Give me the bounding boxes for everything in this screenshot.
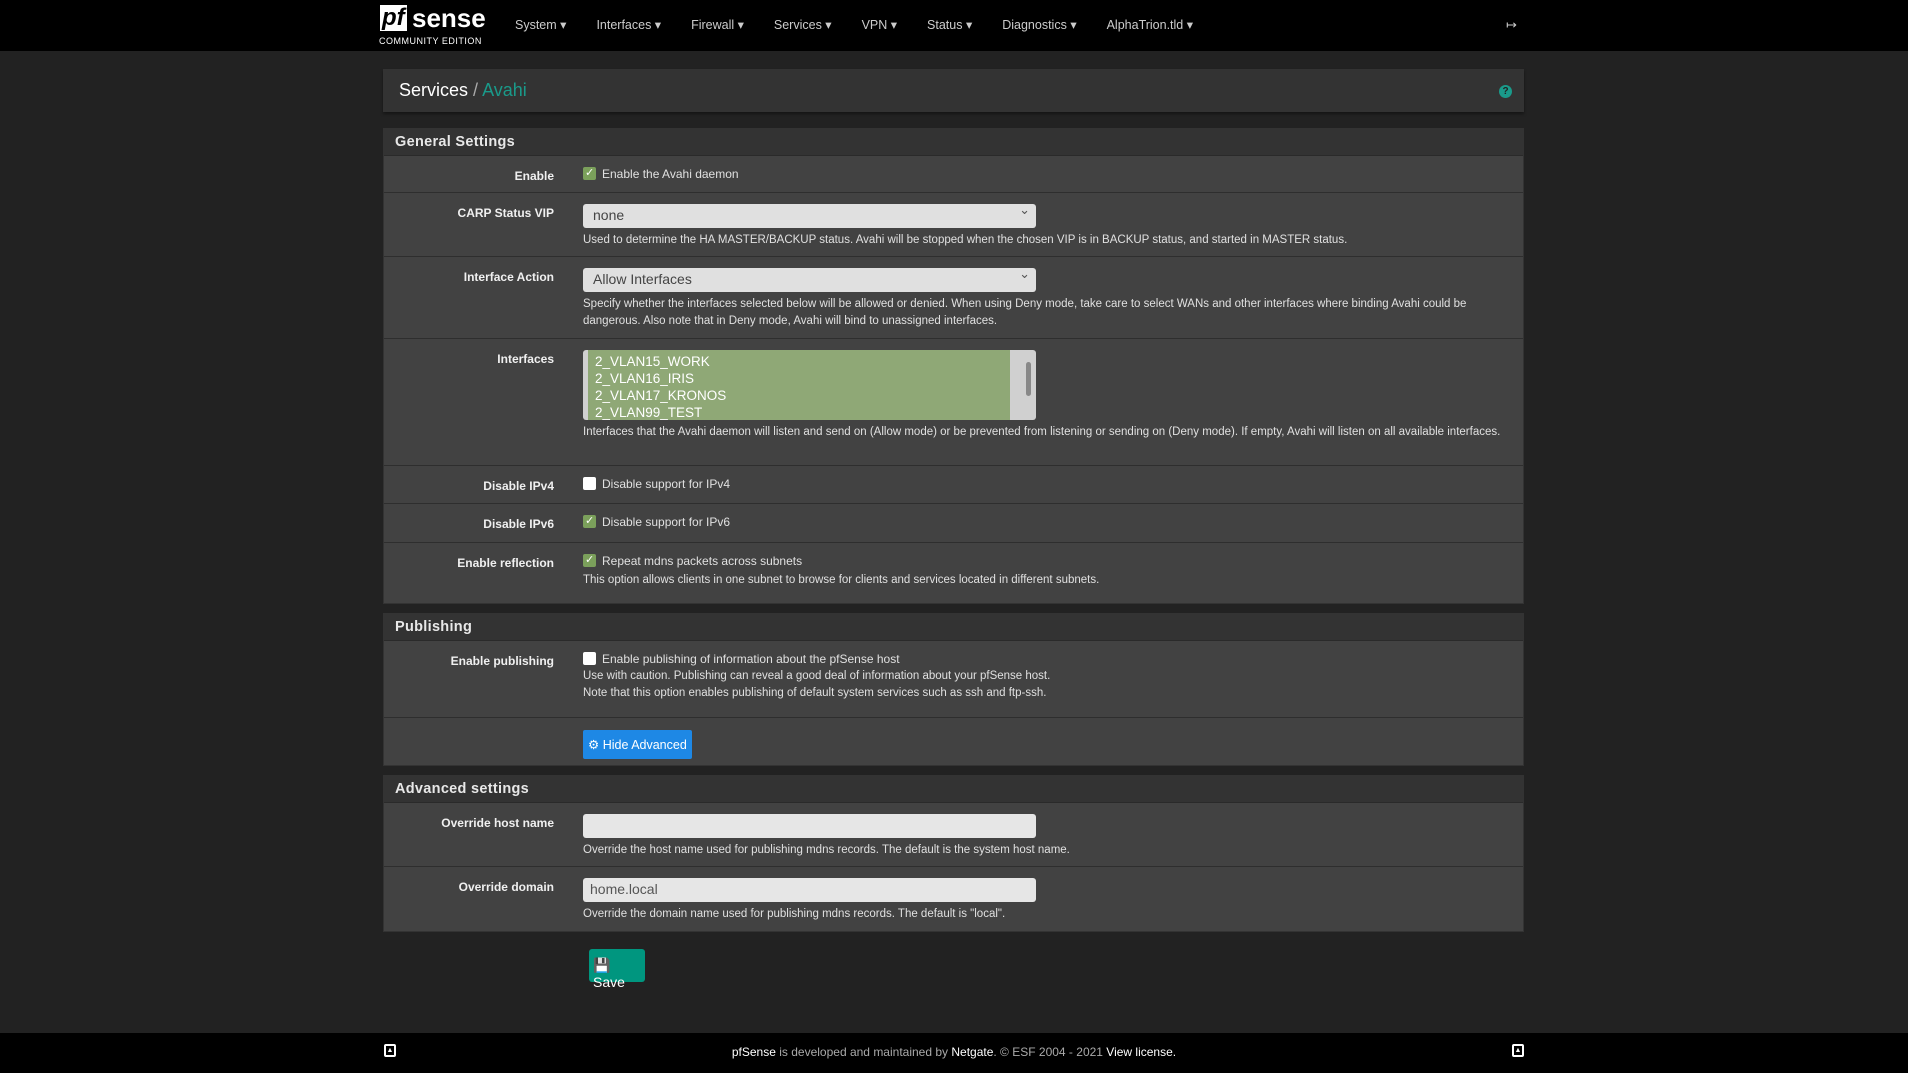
enable-publishing-row: Enable publishing Enable publishing of i… [384, 641, 1523, 718]
enable-row: Enable Enable the Avahi daemon [384, 156, 1523, 193]
override-host-input[interactable] [583, 814, 1036, 838]
disable-ipv4-row: Disable IPv4 Disable support for IPv4 [384, 466, 1523, 504]
field-label: Override domain [458, 880, 554, 894]
footer-license-link[interactable]: View license. [1106, 1045, 1176, 1059]
general-settings-panel: General Settings Enable Enable the Avahi… [383, 128, 1524, 604]
list-item[interactable]: 2_VLAN17_KRONOS [595, 387, 1010, 404]
menu-system[interactable]: System [515, 17, 566, 32]
checkbox-label: Enable the Avahi daemon [602, 167, 739, 181]
question-circle-icon[interactable]: ? [1499, 85, 1512, 98]
field-label: Enable reflection [457, 556, 554, 570]
help-text: Used to determine the HA MASTER/BACKUP s… [583, 234, 1348, 246]
panel-title: Publishing [384, 614, 1523, 641]
reflection-row: Enable reflection Repeat mdns packets ac… [384, 543, 1523, 603]
hide-advanced-button[interactable]: ⚙ Hide Advanced [583, 730, 692, 759]
override-domain-row: Override domain home.local Override the d… [384, 867, 1523, 931]
field-label: Override host name [441, 816, 554, 830]
menu-services[interactable]: Services [774, 17, 832, 32]
interfaces-listbox[interactable]: 2_VLAN15_WORK 2_VLAN16_IRIS 2_VLAN17_KRO… [583, 350, 1036, 420]
footer: ▲ pfSense is developed and maintained by… [0, 1033, 1908, 1073]
sign-out-icon[interactable]: ↦ [1506, 17, 1517, 33]
interface-action-row: Interface Action Allow Interfaces Specify… [384, 257, 1523, 339]
advanced-settings-panel: Advanced settings Override host name Ove… [383, 775, 1524, 932]
checkbox-label: Disable support for IPv4 [602, 477, 731, 491]
gear-icon: ⚙ [588, 738, 600, 752]
list-item[interactable]: 2_VLAN99_TEST [595, 404, 1010, 420]
breadcrumb: Services / Avahi ? [383, 69, 1524, 112]
logo-word: sense [412, 3, 486, 33]
main-menu: System Interfaces Firewall Services VPN … [515, 17, 1223, 32]
reflection-checkbox[interactable] [583, 553, 596, 568]
disable-ipv6-row: Disable IPv6 Disable support for IPv6 [384, 504, 1523, 543]
field-label: Interface Action [463, 270, 554, 284]
breadcrumb-services[interactable]: Services [399, 80, 468, 100]
interface-action-select[interactable]: Allow Interfaces [583, 266, 1036, 292]
footer-text: is developed and maintained by [775, 1045, 952, 1059]
override-domain-input[interactable]: home.local [583, 878, 1036, 902]
help-text: Override the host name used for publishi… [583, 844, 1070, 856]
save-button[interactable]: 💾 Save [589, 949, 645, 990]
field-label: CARP Status VIP [457, 206, 554, 220]
field-label: Enable [514, 169, 554, 183]
menu-vpn[interactable]: VPN [862, 17, 897, 32]
save-icon: 💾 [593, 957, 611, 973]
scrollbar[interactable] [1026, 362, 1031, 396]
menu-interfaces[interactable]: Interfaces [596, 17, 661, 32]
field-label: Disable IPv4 [483, 479, 554, 493]
enable-checkbox[interactable] [583, 166, 596, 181]
menu-host[interactable]: AlphaTrion.tld [1107, 17, 1193, 32]
menu-status[interactable]: Status [927, 17, 972, 32]
logo-subtitle: COMMUNITY EDITION [379, 36, 482, 46]
footer-pfsense-link[interactable]: pfSense [732, 1045, 776, 1059]
menu-firewall[interactable]: Firewall [691, 17, 744, 32]
field-label: Disable IPv6 [483, 517, 554, 531]
help-text: Note that this option enables publishing… [583, 687, 1047, 700]
checkbox-label: Disable support for IPv6 [602, 515, 731, 529]
publishing-panel: Publishing Enable publishing Enable publ… [383, 613, 1524, 766]
list-item[interactable]: 2_VLAN15_WORK [595, 353, 1010, 370]
carp-row: CARP Status VIP none Used to determine th… [384, 193, 1523, 257]
help-text: Specify whether the interfaces selected … [583, 298, 1467, 327]
list-item[interactable]: 2_VLAN16_IRIS [595, 370, 1010, 387]
checkbox-label: Repeat mdns packets across subnets [602, 554, 803, 568]
menu-diagnostics[interactable]: Diagnostics [1002, 17, 1076, 32]
enable-publishing-checkbox[interactable] [583, 652, 596, 666]
advanced-toggle-row: ⚙ Hide Advanced [384, 718, 1523, 765]
panel-title: General Settings [384, 129, 1523, 156]
footer-right-icon[interactable]: ▲ [1512, 1044, 1524, 1057]
breadcrumb-separator: / [473, 80, 479, 100]
field-label: Enable publishing [450, 654, 554, 668]
interfaces-row: Interfaces 2_VLAN15_WORK 2_VLAN16_IRIS 2… [384, 339, 1523, 466]
disable-ipv6-checkbox[interactable] [583, 514, 596, 529]
navbar: pf sense COMMUNITY EDITION System Interf… [0, 0, 1908, 51]
footer-copyright: . © ESF 2004 - 2021 [993, 1045, 1107, 1059]
logo-mark: pf [380, 4, 407, 31]
pfsense-logo[interactable]: pf sense COMMUNITY EDITION [379, 3, 486, 47]
help-text: Use with caution. Publishing can reveal … [583, 670, 1051, 683]
override-host-row: Override host name Override the host nam… [384, 803, 1523, 867]
help-text: This option allows clients in one subnet… [583, 574, 1100, 587]
footer-netgate-link[interactable]: Netgate [951, 1045, 993, 1059]
breadcrumb-avahi[interactable]: Avahi [482, 80, 527, 100]
checkbox-label: Enable publishing of information about t… [602, 652, 900, 666]
carp-vip-select[interactable]: none [583, 202, 1036, 228]
panel-title: Advanced settings [384, 776, 1523, 803]
footer-left-icon[interactable]: ▲ [384, 1044, 396, 1057]
help-text: Override the domain name used for publis… [583, 908, 1006, 920]
disable-ipv4-checkbox[interactable] [583, 477, 596, 491]
help-text: Interfaces that the Avahi daemon will li… [583, 426, 1501, 438]
field-label: Interfaces [497, 352, 554, 366]
